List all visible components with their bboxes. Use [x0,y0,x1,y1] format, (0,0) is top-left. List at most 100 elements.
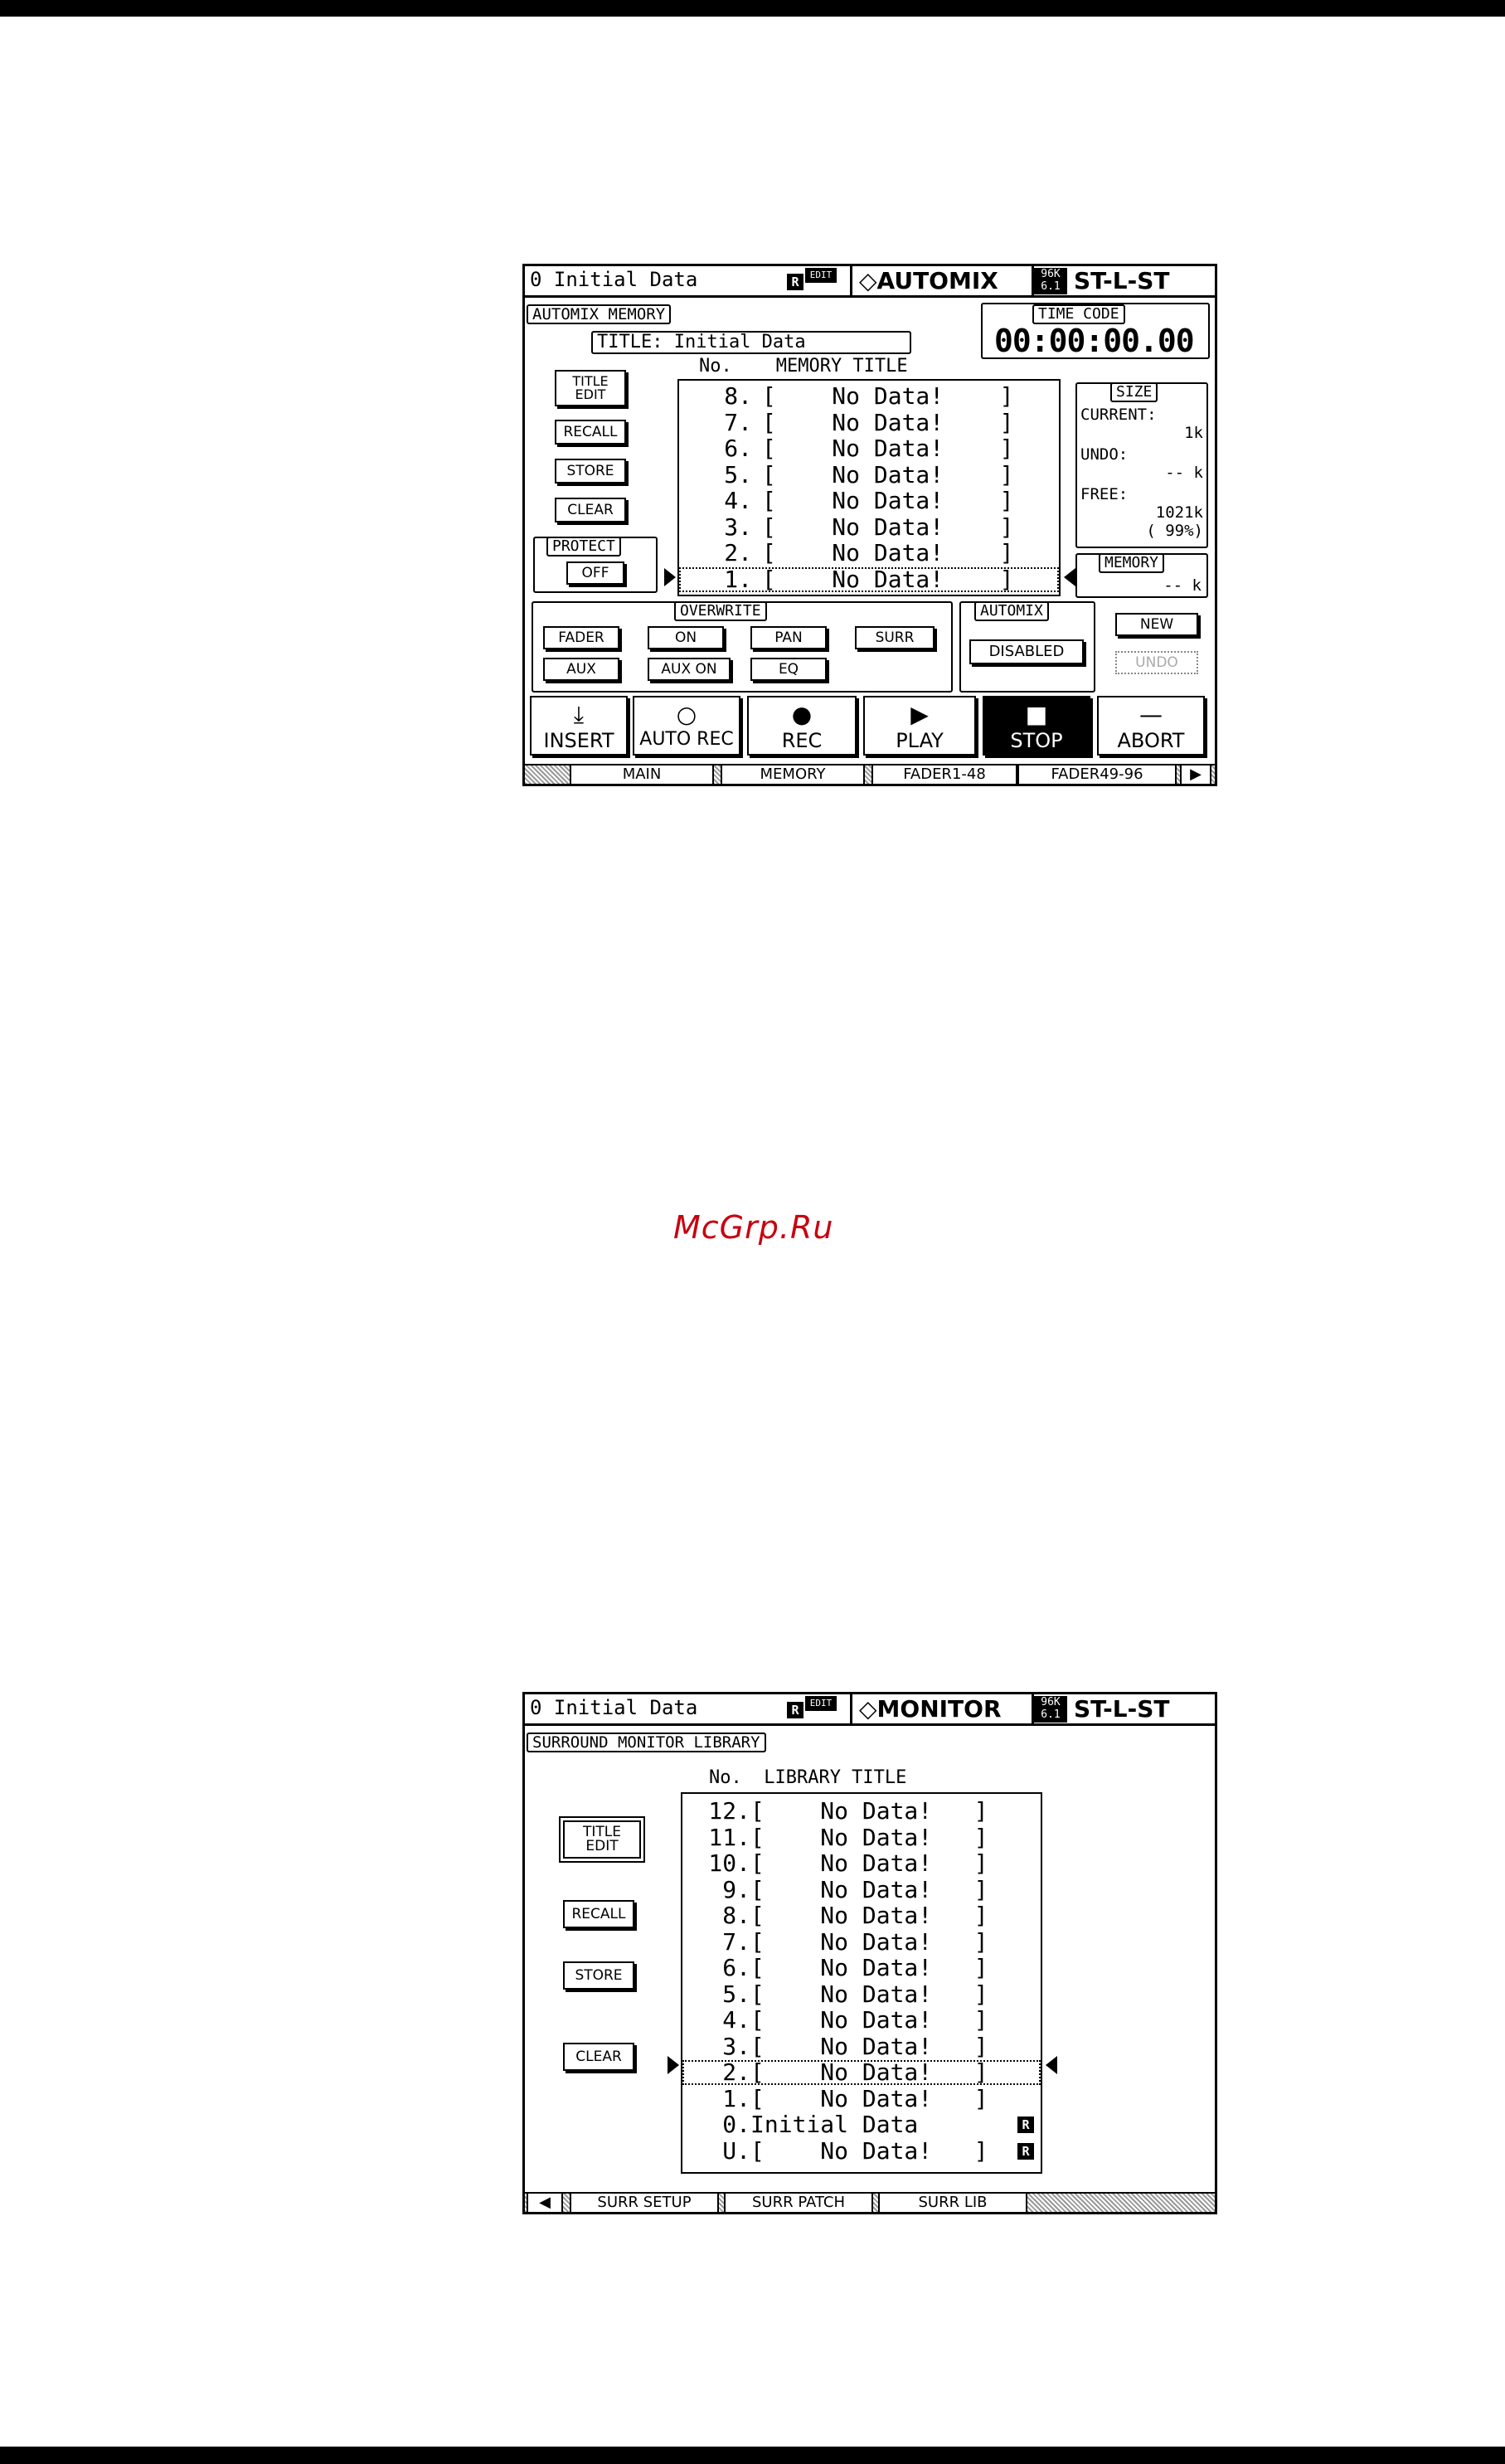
insert-button[interactable]: ⤓ INSERT [530,696,628,756]
tab-fader49-96[interactable]: FADER49-96 [1017,765,1177,784]
time-code-value: 00:00:00.00 [994,323,1195,359]
row-title: [ No Data! ] [750,1823,988,1851]
undo-button[interactable]: UNDO [1115,651,1198,674]
overwrite-fader-button[interactable]: FADER [543,626,619,649]
stop-icon: ■ [1025,701,1048,728]
library-list-row[interactable]: 6.[ No Data! ] [682,1956,1041,1980]
next-tab-arrow-icon[interactable]: ▶ [1180,765,1211,784]
memory-list[interactable]: 8. [ No Data! ] 7. [ No Data! ] 6. [ No Data!… [677,379,1061,596]
auto-rec-button[interactable]: ○ AUTO REC [633,696,740,756]
overwrite-aux-on-button[interactable]: AUX ON [648,658,731,681]
recall-button[interactable]: RECALL [555,420,626,445]
rec-button[interactable]: ● REC [747,696,857,756]
store-button[interactable]: STORE [563,1961,634,1990]
library-list-row[interactable]: 0.Initial Data R [682,2112,1041,2137]
overwrite-surr-button[interactable]: SURR [855,626,935,649]
abort-button[interactable]: — ABORT [1097,696,1205,756]
recall-button[interactable]: RECALL [563,1900,634,1928]
row-number: 12. [708,1797,750,1825]
library-list[interactable]: 12.[ No Data! ] 11.[ No Data! ] 10.[ No Da… [681,1792,1042,2174]
function-title: ◇AUTOMIX [850,266,1034,295]
title-edit-button[interactable]: TITLE EDIT [555,370,626,406]
automix-disabled-button[interactable]: DISABLED [969,639,1084,664]
free-label: FREE: [1080,485,1129,503]
library-list-row[interactable]: U.[ No Data! ] R [682,2138,1041,2164]
tab-memory[interactable]: MEMORY [721,765,865,784]
bus-indicator: ST-L-ST [1074,267,1170,294]
list-header: No. LIBRARY TITLE [709,1767,907,1788]
page-bottom-rule [0,2447,1505,2464]
row-title: [ No Data! ] [750,2084,988,2112]
current-value: 1k [1184,424,1203,442]
scene-name: 0 Initial Data [530,268,698,291]
library-list-row[interactable]: 1.[ No Data! ] [682,2084,1041,2112]
abort-icon: — [1139,701,1163,728]
memory-list-row[interactable]: 1. [ No Data! ] [679,566,1059,592]
protect-group: PROTECT OFF [533,537,658,593]
library-list-row[interactable]: 7.[ No Data! ] [682,1927,1041,1956]
read-only-tag: R [1017,2117,1034,2133]
library-list-row[interactable]: 10.[ No Data! ] [682,1851,1041,1876]
memory-list-row[interactable]: 4. [ No Data! ] [679,488,1059,513]
library-list-row[interactable]: 12.[ No Data! ] [682,1799,1041,1824]
display-header: 0 Initial Data R EDIT ◇MONITOR 96K 6.1 S… [525,1694,1215,1726]
edit-badge: EDIT [805,268,837,283]
library-list-row[interactable]: 4.[ No Data! ] [682,2008,1041,2033]
new-button[interactable]: NEW [1115,613,1198,636]
prev-tab-arrow-icon[interactable]: ◀ [527,2194,563,2212]
overwrite-aux-button[interactable]: AUX [543,658,619,681]
insert-label: INSERT [543,729,614,752]
library-list-row[interactable]: 8.[ No Data! ] [682,1903,1041,1928]
row-number: 4. [724,487,752,514]
size-label: SIZE [1110,382,1158,402]
row-number: 7. [708,1927,750,1956]
memory-list-row[interactable]: 3. [ No Data! ] [679,513,1059,541]
section-title: AUTOMIX MEMORY [527,304,672,324]
bus-indicator: ST-L-ST [1074,1695,1170,1723]
memory-list-row[interactable]: 6. [ No Data! ] [679,436,1059,461]
overwrite-eq-button[interactable]: EQ [750,658,827,681]
automix-group: AUTOMIX DISABLED [959,601,1095,693]
library-list-row[interactable]: 2.[ No Data! ] [682,2060,1041,2085]
store-button[interactable]: STORE [555,459,626,484]
memory-list-row[interactable]: 7. [ No Data! ] [679,410,1059,435]
memory-list-row[interactable]: 5. [ No Data! ] [679,462,1059,488]
rate-bottom: 6.1 [1041,280,1061,293]
row-title: [ No Data! ] [762,513,1014,541]
memory-list-row[interactable]: 8. [ No Data! ] [679,384,1059,409]
row-title: [ No Data! ] [762,539,1014,566]
tab-surr-patch[interactable]: SURR PATCH [724,2194,873,2212]
rec-label: REC [781,729,823,752]
play-button[interactable]: ▶ PLAY [863,696,976,756]
clear-button[interactable]: CLEAR [555,498,626,522]
read-only-tag: R [1017,2142,1034,2160]
library-list-row[interactable]: 11.[ No Data! ] [682,1825,1041,1850]
row-number: 6. [708,1954,750,1981]
sample-rate-badge: 96K 6.1 [1034,268,1067,294]
protect-off-button[interactable]: OFF [566,561,624,585]
page-tabs: MAIN MEMORY FADER1-48 FADER49-96 ▶ [525,764,1215,784]
overwrite-on-button[interactable]: ON [648,626,724,649]
library-list-row[interactable]: 5.[ No Data! ] [682,1981,1041,2007]
overwrite-pan-button[interactable]: PAN [750,626,827,649]
library-list-row[interactable]: 3.[ No Data! ] [682,2034,1041,2059]
sample-rate-badge: 96K 6.1 [1034,1696,1067,1723]
display-header: 0 Initial Data R EDIT ◇AUTOMIX 96K 6.1 S… [525,266,1215,298]
watermark-text: McGrp.Ru [673,1209,834,1246]
tab-main[interactable]: MAIN [570,765,714,784]
rate-top: 96K [1041,268,1061,280]
library-list-row[interactable]: 9.[ No Data! ] [682,1877,1041,1903]
memory-list-row[interactable]: 2. [ No Data! ] [679,541,1059,566]
rec-icon: ● [791,701,813,728]
title-edit-button[interactable]: TITLE EDIT [559,1816,645,1863]
stop-button[interactable]: ■ STOP [983,696,1090,756]
play-icon: ▶ [910,701,929,728]
row-title: [ No Data! ] [750,2032,988,2060]
tab-surr-setup[interactable]: SURR SETUP [570,2194,719,2212]
tab-fader1-48[interactable]: FADER1-48 [871,765,1017,784]
row-title: Initial Data [750,2111,919,2138]
tab-surr-lib[interactable]: SURR LIB [878,2194,1027,2212]
overwrite-label: OVERWRITE [674,601,767,621]
clear-button[interactable]: CLEAR [563,2043,634,2071]
scene-name: 0 Initial Data [530,1696,698,1719]
